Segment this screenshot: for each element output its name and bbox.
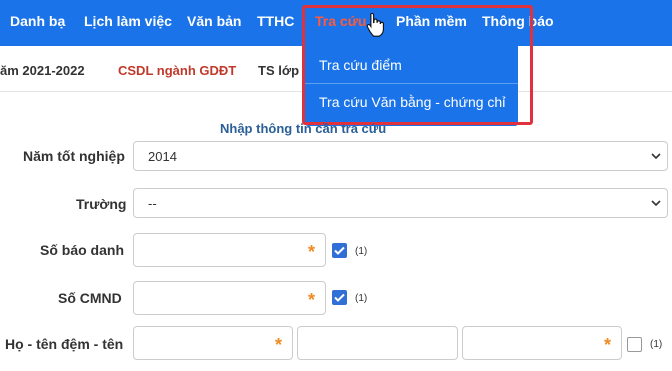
nav-tthc[interactable]: TTHC — [257, 13, 294, 29]
name-label: Họ - tên đệm - tên — [5, 336, 124, 352]
nav-tra-cuu[interactable]: Tra cứu — [315, 13, 366, 29]
school-select[interactable]: -- — [133, 188, 668, 218]
check-icon — [334, 293, 345, 302]
nav-phan-mem[interactable]: Phần mềm — [396, 13, 467, 29]
required-mark: * — [604, 335, 612, 355]
nav-lich-lam-viec[interactable]: Lịch làm việc — [84, 13, 172, 29]
school-select-value: -- — [148, 196, 157, 211]
chevron-down-icon — [651, 153, 661, 160]
school-label: Trường — [76, 196, 127, 212]
top-navbar: Danh bạ Lịch làm việc Văn bản TTHC Tra c… — [0, 0, 672, 46]
cmnd-checkbox[interactable] — [332, 290, 347, 305]
required-mark: * — [275, 335, 283, 355]
dropdown-divider — [305, 83, 518, 84]
ts-lop-link[interactable]: TS lớp — [258, 63, 299, 78]
first-name-input[interactable]: * — [462, 326, 622, 360]
name-checkbox[interactable] — [627, 337, 642, 352]
school-year-text: ăm 2021-2022 — [0, 63, 85, 78]
nav-thong-bao[interactable]: Thông báo — [482, 13, 554, 29]
nav-danh-ba[interactable]: Danh bạ — [10, 13, 65, 29]
middle-name-input[interactable] — [297, 326, 458, 360]
name-note: (1) — [650, 339, 663, 350]
last-name-input[interactable]: * — [133, 326, 293, 360]
cmnd-note: (1) — [355, 293, 368, 304]
sbd-note: (1) — [355, 246, 368, 257]
dropdown-item-tra-cuu-van-bang[interactable]: Tra cứu Văn bằng - chứng chỉ — [319, 94, 505, 110]
cmnd-input[interactable]: * — [133, 281, 326, 315]
year-label: Năm tốt nghiệp — [23, 148, 125, 164]
form-section-title: Nhập thông tin cần tra cứu — [220, 121, 387, 136]
cmnd-label: Số CMND — [58, 290, 122, 306]
sbd-input[interactable]: * — [133, 233, 326, 267]
sbd-label: Số báo danh — [40, 242, 124, 258]
tra-cuu-dropdown: Tra cứu điểm Tra cứu Văn bằng - chứng ch… — [305, 46, 518, 126]
year-select-value: 2014 — [148, 149, 177, 164]
required-mark: * — [308, 242, 316, 262]
nav-van-ban[interactable]: Văn bản — [187, 13, 241, 29]
check-icon — [334, 246, 345, 255]
hand-cursor-icon — [366, 12, 384, 37]
sbd-checkbox[interactable] — [332, 243, 347, 258]
dropdown-item-tra-cuu-diem[interactable]: Tra cứu điểm — [319, 57, 402, 73]
csdl-link[interactable]: CSDL ngành GDĐT — [118, 63, 236, 78]
year-select[interactable]: 2014 — [133, 141, 668, 171]
chevron-down-icon — [651, 200, 661, 207]
required-mark: * — [308, 290, 316, 310]
